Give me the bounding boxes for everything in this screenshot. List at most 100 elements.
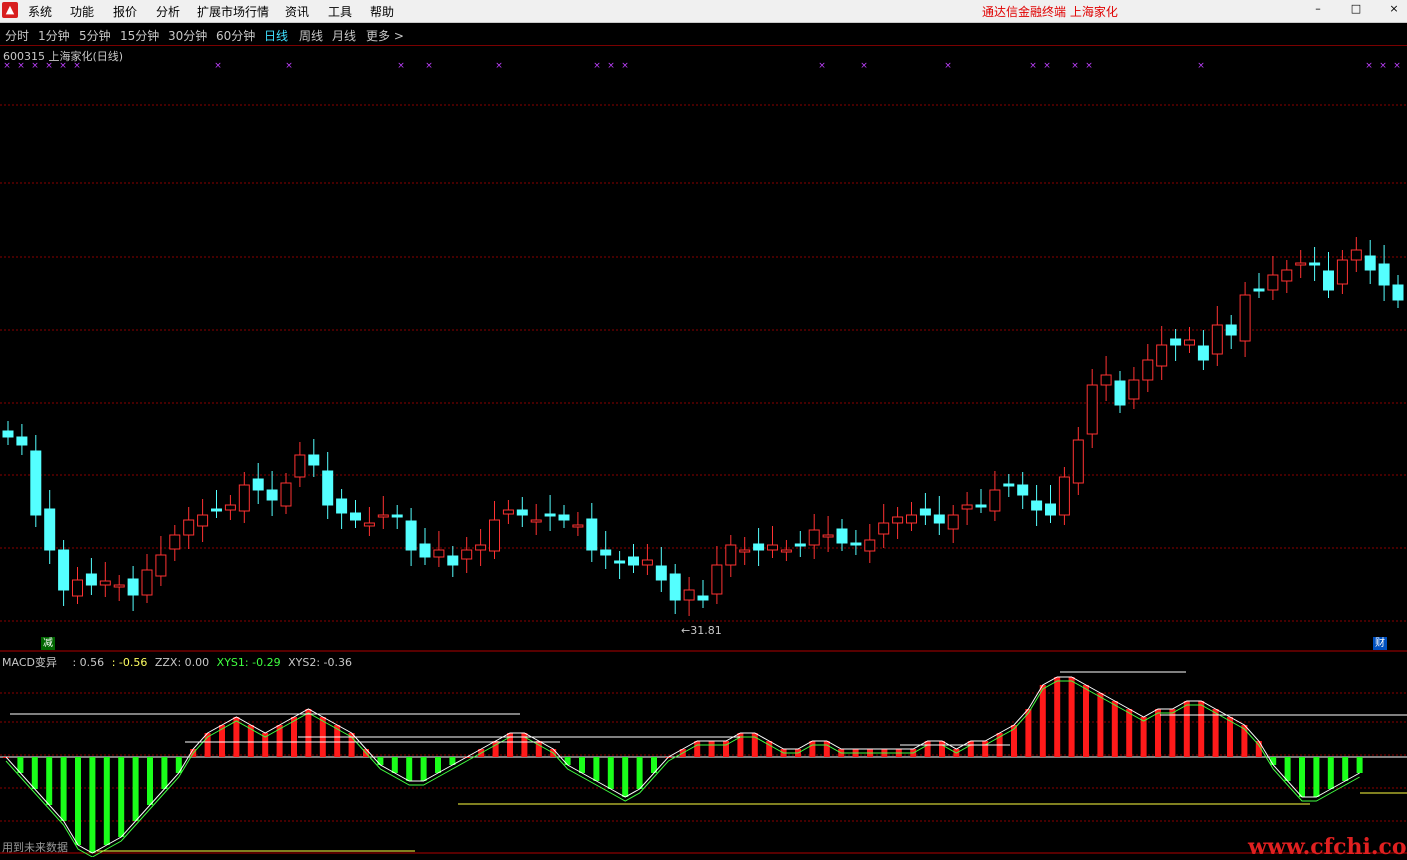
macd-bar-positive xyxy=(305,709,312,757)
low-price-label: ←31.81 xyxy=(681,624,722,637)
macd-bar-negative xyxy=(435,757,441,773)
close-icon[interactable]: × xyxy=(1387,2,1401,15)
period-30min[interactable]: 30分钟 xyxy=(168,27,207,44)
candle-up xyxy=(1128,379,1140,400)
candle-down xyxy=(1197,345,1209,361)
period-daily[interactable]: 日线 xyxy=(264,27,288,44)
menu-tools[interactable]: 工具 xyxy=(328,3,352,20)
period-1min[interactable]: 1分钟 xyxy=(38,27,70,44)
candle-down xyxy=(211,508,222,512)
menu-extended-market[interactable]: 扩展市场行情 xyxy=(197,3,269,20)
macd-bar-positive xyxy=(1039,685,1046,757)
candle-up xyxy=(1281,269,1293,282)
signal-marker: × xyxy=(214,61,222,71)
candle-down xyxy=(933,514,945,524)
macd-bar-positive xyxy=(1111,701,1118,757)
candle-up xyxy=(641,559,653,566)
macd-bar-negative xyxy=(391,757,398,773)
candle-down xyxy=(1170,338,1182,346)
candle-down xyxy=(1045,503,1056,516)
signal-marker: × xyxy=(607,61,615,71)
period-5min[interactable]: 5分钟 xyxy=(79,27,111,44)
macd-bar-positive xyxy=(1126,709,1133,757)
candle-down xyxy=(322,470,334,506)
macd-bar-positive xyxy=(1097,693,1104,757)
candle-down xyxy=(919,508,931,516)
menu-news[interactable]: 资讯 xyxy=(285,3,309,20)
candle-up xyxy=(238,484,250,512)
candle-up xyxy=(1058,476,1070,516)
stock-title: 600315 上海家化(日线) xyxy=(3,50,124,63)
window-title: 通达信金融终端 上海家化 xyxy=(982,5,1118,19)
candle-down xyxy=(266,489,278,501)
period-more[interactable]: 更多 > xyxy=(366,27,404,44)
candle-up xyxy=(363,522,375,527)
menu-analysis[interactable]: 分析 xyxy=(156,3,180,20)
candle-up xyxy=(1100,374,1112,386)
candle-up xyxy=(878,522,890,535)
macd-bar-negative xyxy=(636,757,643,789)
macd-bar-negative xyxy=(31,757,38,789)
macd-bar-positive xyxy=(967,741,974,757)
watermark-logo: www.cfchi.com xyxy=(1248,834,1407,860)
minimize-icon[interactable]: – xyxy=(1311,2,1325,15)
menu-quote[interactable]: 报价 xyxy=(113,3,137,20)
menu-system[interactable]: 系统 xyxy=(28,3,52,20)
macd-bar-positive xyxy=(1227,717,1233,757)
period-monthly[interactable]: 月线 xyxy=(332,27,356,44)
candle-up xyxy=(892,516,904,524)
signal-marker: × xyxy=(1379,61,1387,71)
period-15min[interactable]: 15分钟 xyxy=(120,27,159,44)
candle-down xyxy=(58,549,70,591)
period-toolbar: 分时 1分钟 5分钟 15分钟 30分钟 60分钟 日线 周线 月线 更多 > xyxy=(0,23,1407,46)
macd-bar-positive xyxy=(823,741,830,757)
signal-marker: × xyxy=(1197,61,1205,71)
candle-up xyxy=(1184,339,1195,346)
candle-up xyxy=(711,564,723,595)
candle-up xyxy=(572,524,584,528)
period-weekly[interactable]: 周线 xyxy=(299,27,323,44)
candle-up xyxy=(294,454,306,478)
signal-marker: × xyxy=(944,61,952,71)
candle-down xyxy=(1253,288,1265,292)
candle-down xyxy=(252,478,264,491)
signal-marker: × xyxy=(1393,61,1401,71)
period-60min[interactable]: 60分钟 xyxy=(216,27,255,44)
candle-down xyxy=(16,436,28,446)
candle-up xyxy=(224,504,236,511)
candle-up xyxy=(280,482,292,507)
macd-bar-negative xyxy=(1313,757,1320,797)
candle-up xyxy=(489,519,500,552)
candle-up xyxy=(739,549,751,553)
candle-up xyxy=(433,549,445,558)
candle-down xyxy=(419,543,431,558)
candle-down xyxy=(975,504,987,508)
period-timeshare[interactable]: 分时 xyxy=(5,27,29,44)
menu-function[interactable]: 功能 xyxy=(70,3,94,20)
macd-bar-positive xyxy=(1169,709,1176,757)
macd-bar-positive xyxy=(1155,709,1161,757)
candle-down xyxy=(1323,270,1334,291)
candle-up xyxy=(169,534,181,550)
menu-help[interactable]: 帮助 xyxy=(370,3,394,20)
candle-down xyxy=(655,565,667,581)
candle-down xyxy=(850,542,862,546)
info-badge-reduce[interactable]: 减 xyxy=(41,637,55,650)
signal-marker: × xyxy=(621,61,629,71)
macd-bar-negative xyxy=(420,757,427,781)
macd-bar-negative xyxy=(46,757,53,805)
candle-up xyxy=(1295,262,1307,266)
app-logo-icon[interactable]: ▲ xyxy=(2,2,18,18)
macd-bar-negative xyxy=(1356,757,1363,773)
candle-up xyxy=(530,519,542,523)
candle-down xyxy=(614,560,626,564)
info-badge-finance[interactable]: 财 xyxy=(1373,637,1387,650)
signal-marker: × xyxy=(593,61,601,71)
candle-up xyxy=(683,589,695,601)
macd-bar-positive xyxy=(1068,677,1075,757)
macd-zzx: ZZX: 0.00 xyxy=(154,656,210,669)
candle-up xyxy=(113,584,125,588)
candle-up xyxy=(767,544,778,551)
maximize-icon[interactable]: □ xyxy=(1349,2,1363,15)
kline-chart[interactable]: × × × × × × × × × × × × × × × × × × × × × × × × × xyxy=(0,45,1407,857)
